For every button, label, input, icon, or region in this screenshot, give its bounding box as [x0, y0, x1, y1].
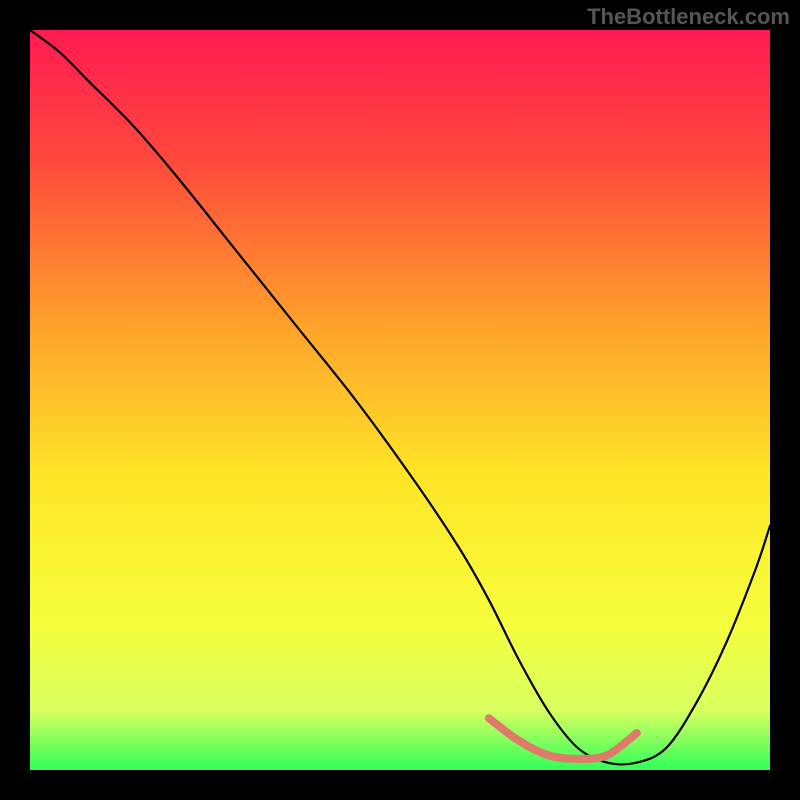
sweet-spot-highlight [489, 718, 637, 759]
curve-layer [30, 30, 770, 770]
watermark-text: TheBottleneck.com [587, 4, 790, 30]
plot-frame [30, 30, 770, 770]
bottleneck-curve [30, 30, 770, 764]
